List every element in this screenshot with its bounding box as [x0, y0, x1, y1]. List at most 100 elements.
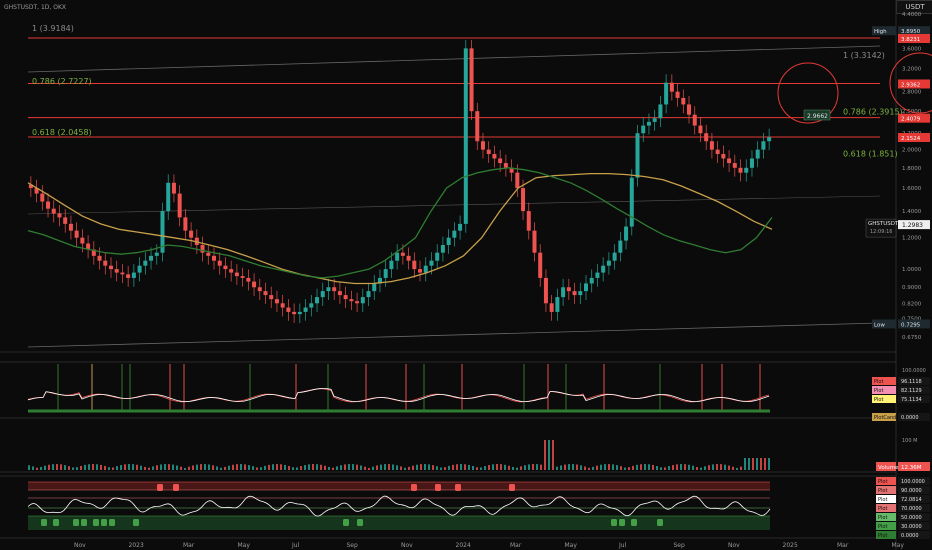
candle-body — [738, 167, 743, 173]
price-tick-label: 2.8000 — [902, 90, 922, 96]
volume-bar — [344, 464, 346, 470]
candle-body — [732, 163, 737, 168]
candle-body — [463, 48, 468, 224]
volume-bar — [524, 465, 526, 470]
volume-bar — [548, 440, 550, 470]
volume-bar — [80, 465, 82, 470]
volume-bar — [544, 440, 546, 470]
candle-body — [566, 287, 571, 292]
candle-body — [309, 303, 314, 308]
volume-bar — [636, 464, 638, 470]
volume-bar — [288, 465, 290, 470]
candle-body — [446, 237, 451, 246]
candle-body — [189, 230, 194, 238]
volume-bar — [248, 465, 250, 470]
time-axis-label: Mar — [183, 542, 195, 549]
overbought-marker — [173, 484, 179, 491]
volume-bar — [212, 465, 214, 470]
indicator2-value: 100.0000 — [901, 479, 925, 485]
candle-body — [166, 182, 171, 212]
volume-bar — [448, 465, 450, 470]
price-chart-svg[interactable]: 4.40004.00003.60003.20002.80002.50002.20… — [0, 0, 932, 550]
volume-label: Volume — [878, 465, 899, 471]
candle-body — [63, 217, 68, 224]
candle-body — [664, 82, 669, 105]
volume-bar — [628, 467, 630, 470]
candle-body — [687, 104, 692, 115]
volume-bar — [632, 465, 634, 470]
candle-body — [538, 252, 543, 278]
candle-body — [51, 208, 56, 214]
candle-body — [280, 303, 285, 308]
indicator2-value: 72.0814 — [901, 497, 922, 503]
volume-bar — [88, 464, 90, 470]
volume-bar — [604, 464, 606, 470]
oversold-marker — [101, 519, 107, 526]
volume-bar — [320, 464, 322, 470]
indicator1-value: 0.0000 — [901, 415, 919, 421]
volume-bar — [528, 464, 530, 470]
indicator2-value: 70.0000 — [901, 506, 922, 512]
candle-body — [503, 163, 508, 168]
time-axis-label: Sep — [347, 542, 359, 549]
volume-bar — [364, 466, 366, 470]
candle-body — [755, 149, 760, 159]
oversold-marker — [41, 519, 47, 526]
hl-label: High — [874, 29, 887, 35]
current-price-value: 1.2983 — [902, 222, 923, 229]
volume-bar — [560, 465, 562, 470]
time-axis-label: Jul — [291, 542, 300, 549]
candle-body — [355, 301, 360, 304]
candle-body — [240, 276, 245, 278]
price-tick-label: 4.4000 — [902, 12, 922, 18]
volume-bar — [492, 464, 494, 470]
volume-bar — [640, 464, 642, 470]
volume-bar — [704, 466, 706, 470]
candle-body — [498, 158, 503, 164]
volume-bar — [100, 464, 102, 470]
channel-upper-trendline — [27, 45, 881, 73]
volume-bar — [520, 466, 522, 470]
price-tick-label: 1.2000 — [902, 236, 922, 242]
red-level-value: 3.8231 — [901, 37, 920, 43]
candle-body — [727, 158, 732, 164]
candle-body — [126, 274, 131, 278]
volume-bar — [432, 465, 434, 470]
volume-bar — [104, 465, 106, 470]
volume-bar — [452, 464, 454, 470]
volume-bar — [440, 467, 442, 470]
volume-bar — [352, 464, 354, 470]
candle-body — [675, 91, 680, 98]
volume-bar — [692, 465, 694, 470]
volume-bar — [676, 464, 678, 470]
red-level-value: 2.9362 — [901, 82, 920, 88]
oversold-marker — [109, 519, 115, 526]
candle-body — [406, 255, 411, 261]
volume-bar — [108, 467, 110, 470]
candle-body — [217, 260, 222, 266]
oversold-marker — [133, 519, 139, 526]
candle-body — [681, 97, 686, 105]
hl-label: Low — [874, 322, 885, 328]
candle-body — [721, 154, 726, 159]
time-axis-label: 2024 — [456, 542, 471, 549]
volume-bar — [668, 466, 670, 470]
volume-bar — [196, 464, 198, 470]
volume-bar — [316, 464, 318, 470]
volume-bar — [48, 464, 50, 470]
volume-bar — [696, 466, 698, 470]
candle-body — [606, 260, 611, 266]
volume-bar — [180, 466, 182, 470]
volume-bar — [356, 464, 358, 470]
candle-body — [532, 230, 537, 253]
indicator2-label: Plot — [878, 506, 887, 512]
volume-bar — [764, 458, 766, 470]
time-axis-label: 2025 — [783, 542, 798, 549]
volume-bar — [28, 465, 30, 470]
candle-body — [349, 299, 354, 302]
indicator2-value: 30.0000 — [901, 524, 922, 530]
candle-body — [143, 260, 148, 266]
current-symbol-label: GHSTUSDT — [868, 221, 899, 227]
volume-bar — [412, 465, 414, 470]
candle-body — [40, 193, 45, 202]
